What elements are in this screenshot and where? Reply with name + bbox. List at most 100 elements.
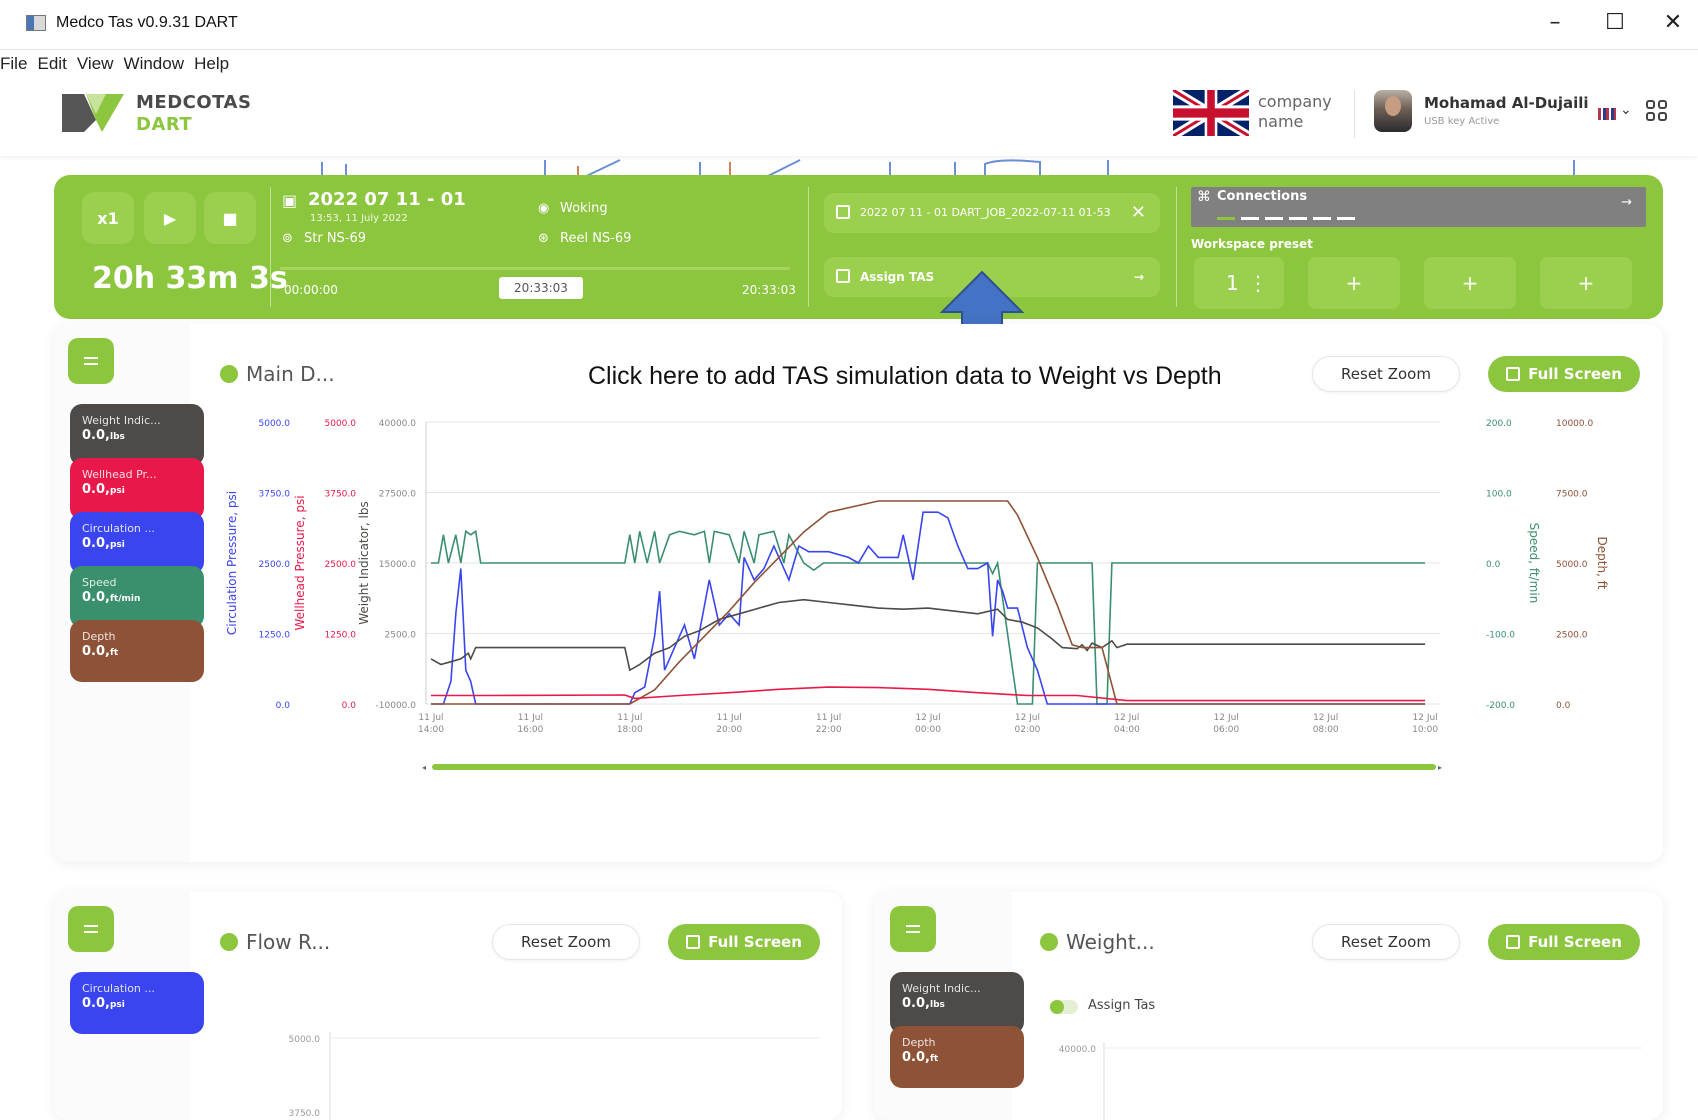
y-tick-label: 1250.0: [325, 631, 357, 641]
menu-edit[interactable]: Edit: [38, 50, 72, 74]
x-tick-label: 22:00: [816, 725, 842, 735]
y-tick-label: 100.0: [1486, 490, 1512, 500]
app-header: MEDCOTAS DART company name Mohamad Al-Du…: [0, 78, 1698, 156]
fullscreen-icon: [1506, 367, 1521, 381]
toolbar-divider: [1176, 187, 1177, 307]
y-tick-label: 40000.0: [1059, 1045, 1096, 1055]
file-icon: [836, 269, 850, 283]
main-chart-title: Main D...: [220, 362, 335, 386]
flow-chart-card: Circulation ... 0.0,psi Flow R... Reset …: [54, 892, 842, 1120]
x-tick-label: 14:00: [418, 725, 444, 735]
connection-indicator: [1289, 217, 1307, 220]
assign-tas-label: Assign TAS: [860, 270, 935, 284]
connection-indicator: [1337, 217, 1355, 220]
user-name: Mohamad Al-Dujaili: [1424, 94, 1589, 112]
chip-weight-indicator[interactable]: Weight Indic... 0.0,lbs: [70, 404, 204, 466]
flow-chart[interactable]: 5000.0 3750.0: [190, 1032, 830, 1120]
add-preset-button[interactable]: +: [1424, 257, 1516, 309]
series-line-speed: [431, 529, 1426, 705]
x-tick-label: 11 Jul: [816, 713, 841, 723]
weight-chart-card: Weight Indic... 0.0,lbs Depth 0.0,ft Wei…: [874, 892, 1663, 1120]
y-axis-label: Depth, ft: [1595, 537, 1609, 590]
reset-zoom-button[interactable]: Reset Zoom: [492, 924, 640, 960]
more-vertical-icon[interactable]: ⋮: [1248, 257, 1268, 309]
job-date: 2022 07 11 - 01: [308, 189, 466, 210]
filter-settings-button[interactable]: [68, 906, 114, 952]
full-screen-button[interactable]: Full Screen: [1488, 924, 1640, 960]
x-tick-label: 12 Jul: [1313, 713, 1338, 723]
playback-speed-button[interactable]: x1: [82, 192, 134, 244]
arrow-right-icon: →: [1133, 270, 1144, 284]
assign-tas-toggle[interactable]: [1050, 1000, 1078, 1014]
timeline-slider[interactable]: [280, 267, 790, 270]
gauge-icon: [1040, 933, 1058, 951]
y-tick-label: 2500.0: [259, 560, 291, 570]
reset-zoom-button[interactable]: Reset Zoom: [1312, 356, 1460, 392]
medcotas-logo: [62, 94, 124, 132]
close-job-icon[interactable]: ✕: [1131, 193, 1146, 233]
full-screen-button[interactable]: Full Screen: [668, 924, 820, 960]
stop-button[interactable]: ■: [204, 192, 256, 244]
language-flag-icon[interactable]: [1598, 108, 1616, 120]
minimize-button[interactable]: –: [1540, 10, 1570, 35]
chart-horizontal-scrollbar: [432, 764, 1436, 770]
workspace-preset-1[interactable]: 1 ⋮: [1194, 257, 1284, 309]
y-tick-label: 40000.0: [379, 419, 416, 429]
y-tick-label: 1250.0: [259, 631, 291, 641]
y-tick-label: 2500.0: [325, 560, 357, 570]
y-tick-label: -100.0: [1486, 631, 1515, 641]
connections-panel[interactable]: ⌘ Connections →: [1191, 187, 1646, 227]
usb-key-status: USB key Active: [1424, 116, 1500, 127]
menu-view[interactable]: View: [77, 50, 119, 74]
close-button[interactable]: ✕: [1658, 10, 1688, 35]
menu-file[interactable]: File: [0, 50, 32, 74]
y-tick-label: 27500.0: [379, 490, 416, 500]
chevron-down-icon[interactable]: ⌄: [1620, 102, 1632, 118]
assign-tas-toggle-label: Assign Tas: [1088, 998, 1156, 1013]
elapsed-timer: 20h 33m 3s: [92, 261, 288, 296]
company-name: company name: [1258, 92, 1332, 131]
x-tick-label: 12 Jul: [915, 713, 940, 723]
filter-settings-button[interactable]: [68, 338, 114, 384]
weight-vs-depth-chart[interactable]: 40000.0: [1012, 1042, 1652, 1120]
x-tick-label: 11 Jul: [617, 713, 642, 723]
chip-circulation-pressure[interactable]: Circulation ... 0.0,psi: [70, 972, 204, 1034]
play-icon: ▶: [163, 208, 177, 228]
connection-indicator: [1241, 217, 1259, 220]
y-tick-label: 15000.0: [379, 560, 416, 570]
timeline-current[interactable]: 20:33:03: [499, 277, 583, 299]
apps-grid-icon[interactable]: [1646, 100, 1668, 122]
flow-chart-title: Flow R...: [220, 930, 330, 954]
chip-depth[interactable]: Depth 0.0,ft: [70, 620, 204, 682]
chip-depth[interactable]: Depth 0.0,ft: [890, 1026, 1024, 1088]
annotation-text: Click here to add TAS simulation data to…: [588, 362, 1222, 390]
add-preset-button[interactable]: +: [1540, 257, 1632, 309]
y-tick-label: 5000.0: [259, 419, 291, 429]
maximize-button[interactable]: ☐: [1600, 10, 1630, 35]
y-tick-label: 0.0: [342, 701, 357, 711]
menu-window[interactable]: Window: [124, 50, 189, 74]
x-tick-label: 20:00: [716, 725, 742, 735]
chip-speed[interactable]: Speed 0.0,ft/min: [70, 566, 204, 628]
full-screen-button[interactable]: Full Screen: [1488, 356, 1640, 392]
main-line-chart[interactable]: 5000.0 3750.0 2500.0 1250.0 0.0 Circulation P…: [190, 414, 1650, 844]
series-line-depth: [431, 500, 1426, 705]
chip-weight-indicator[interactable]: Weight Indic... 0.0,lbs: [890, 972, 1024, 1034]
header-divider: [1354, 90, 1355, 138]
avatar[interactable]: [1374, 90, 1412, 132]
y-tick-label: 10000.0: [1556, 419, 1593, 429]
chip-wellhead-pressure[interactable]: Wellhead Pr... 0.0,psi: [70, 458, 204, 520]
job-file-pill[interactable]: 2022 07 11 - 01 DART_JOB_2022-07-11 01-5…: [824, 193, 1160, 233]
chip-circulation-pressure[interactable]: Circulation ... 0.0,psi: [70, 512, 204, 574]
y-tick-label: 2500.0: [385, 631, 417, 641]
play-button[interactable]: ▶: [144, 192, 196, 244]
y-tick-label: 2500.0: [1556, 631, 1588, 641]
filter-settings-button[interactable]: [890, 906, 936, 952]
connections-label: Connections: [1217, 189, 1308, 204]
reset-zoom-button[interactable]: Reset Zoom: [1312, 924, 1460, 960]
gauge-icon: [220, 365, 238, 383]
x-tick-label: 02:00: [1014, 725, 1040, 735]
add-preset-button[interactable]: +: [1308, 257, 1400, 309]
menu-help[interactable]: Help: [194, 50, 234, 74]
scroll-right-icon: ▸: [1438, 763, 1442, 772]
